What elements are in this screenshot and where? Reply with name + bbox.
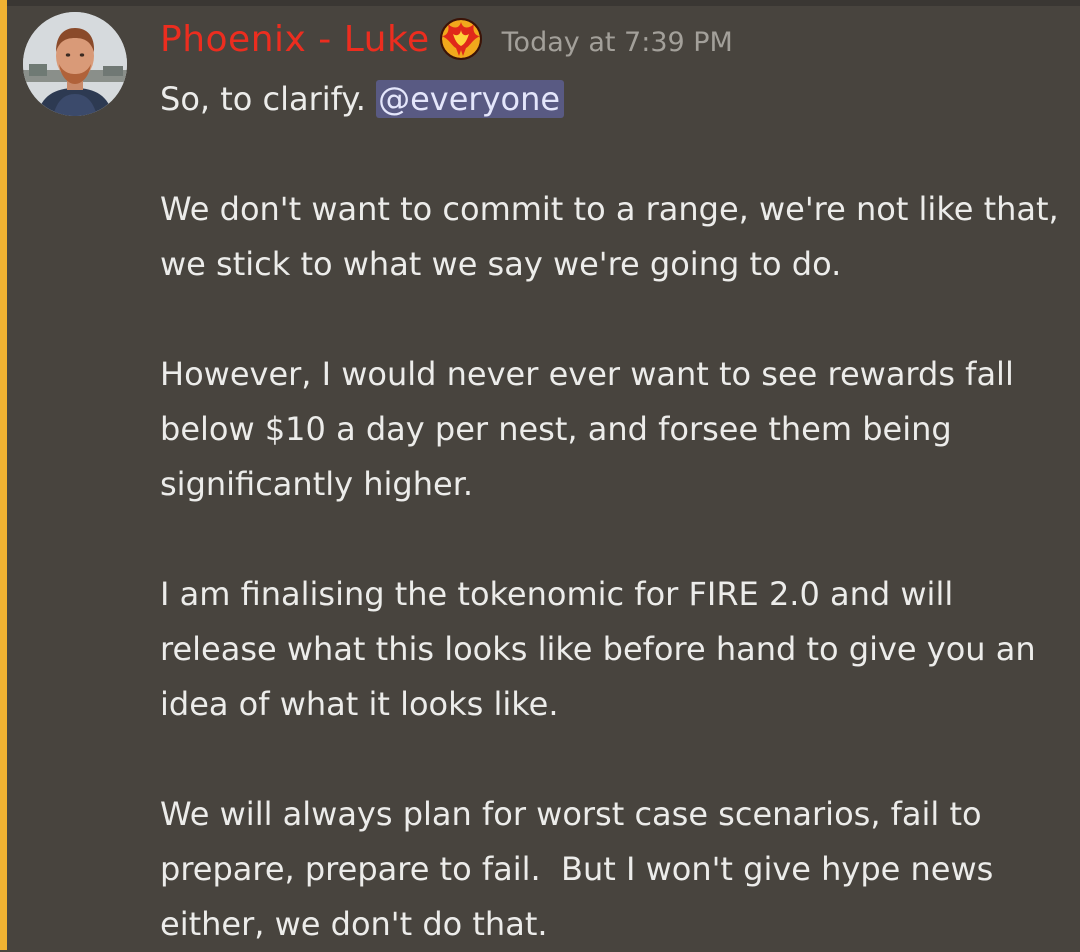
message-line: significantly higher. (160, 465, 474, 503)
message-line (160, 127, 1060, 182)
message-line: I am finalising the tokenomic for FIRE 2… (160, 575, 954, 613)
message-line: idea of what it looks like. (160, 685, 559, 723)
message-line: We will always plan for worst case scena… (160, 795, 982, 833)
phoenix-icon[interactable] (436, 14, 486, 64)
everyone-mention[interactable]: @everyone (376, 80, 565, 118)
chat-message[interactable]: Phoenix - Luke Today at 7:39 PM So, to c… (7, 6, 1080, 950)
message-line: So, to clarify. @everyone (160, 72, 1060, 127)
message-line (160, 732, 1060, 787)
message-line (160, 512, 1060, 567)
message-line: We don't want to commit to a range, we'r… (160, 190, 1059, 228)
author-name[interactable]: Phoenix - Luke (160, 19, 430, 60)
mention-highlight-bar (0, 0, 7, 950)
message-line: release what this looks like before hand… (160, 630, 1036, 668)
message-line: below $10 a day per nest, and forsee the… (160, 410, 952, 448)
avatar-photo (23, 12, 127, 116)
message-line: we stick to what we say we're going to d… (160, 245, 842, 283)
message-line (160, 292, 1060, 347)
message-content: So, to clarify. @everyone We don't want … (160, 72, 1060, 952)
message-line: prepare, prepare to fail. But I won't gi… (160, 850, 994, 888)
user-avatar[interactable] (23, 12, 127, 116)
message-line: However, I would never ever want to see … (160, 355, 1014, 393)
message-line: either, we don't do that. (160, 905, 548, 943)
message-header: Phoenix - Luke Today at 7:39 PM (160, 14, 733, 64)
message-timestamp[interactable]: Today at 7:39 PM (502, 27, 733, 58)
